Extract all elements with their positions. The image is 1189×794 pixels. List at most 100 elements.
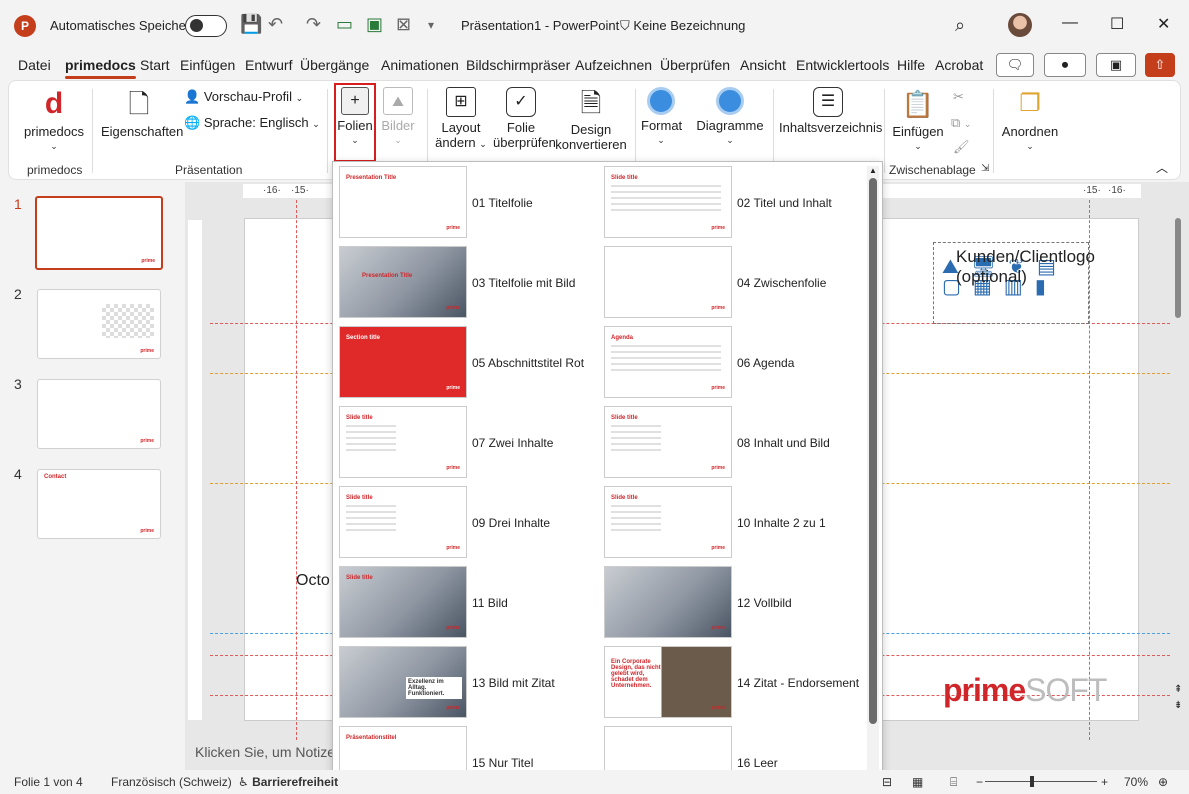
format-painter-icon[interactable]: 🖌 — [953, 139, 970, 154]
layout-option[interactable]: Agenda prime 06 Agenda — [598, 322, 863, 398]
reading-view-icon[interactable]: ⌸ — [950, 775, 957, 790]
tab-ansicht[interactable]: Ansicht — [740, 57, 786, 73]
eigenschaften-button[interactable]: 🗋 Eigenschaften — [101, 87, 183, 139]
layout-thumbnail: prime — [604, 566, 732, 638]
zoom-in-icon[interactable]: + — [1101, 775, 1108, 789]
bilder-button[interactable]: ⛰ Bilder ⌄ — [379, 87, 417, 148]
layout-option[interactable]: Ein Corporate Design, das nicht gelebt w… — [598, 642, 863, 718]
slide-thumbnail[interactable]: prime — [35, 196, 163, 270]
tab-bildschirmpraesentation[interactable]: Bildschirmpräser — [466, 57, 570, 73]
notes-placeholder[interactable]: Klicken Sie, um Notizen — [195, 744, 343, 760]
layout-option[interactable]: Slide title prime 08 Inhalt und Bild — [598, 402, 863, 478]
primedocs-button[interactable]: d primedocs ⌄ — [21, 87, 87, 154]
format-button[interactable]: Format ⌄ — [641, 87, 682, 148]
language-indicator[interactable]: Französisch (Schweiz) — [111, 775, 232, 789]
slide-thumbnail[interactable]: Contact prime — [37, 469, 161, 539]
copy-icon[interactable]: ⧉ ⌄ — [951, 115, 971, 132]
tab-uebergaenge[interactable]: Übergänge — [300, 57, 369, 73]
collapse-ribbon-icon[interactable]: ︿ — [1156, 161, 1168, 176]
layout-thumbnail: Slide title prime — [604, 166, 732, 238]
minimize-icon[interactable]: — — [1062, 14, 1078, 32]
zoom-level[interactable]: 70% — [1124, 775, 1148, 789]
close-window-icon[interactable]: ✕ — [1157, 14, 1170, 34]
vorschau-profil-button[interactable]: 👤 Vorschau-Profil ⌄ — [184, 89, 303, 106]
editor-scrollbar[interactable] — [1175, 218, 1181, 318]
diagramme-button[interactable]: Diagramme ⌄ — [695, 87, 765, 148]
search-icon[interactable]: ⌕ — [955, 15, 965, 36]
layout-aendern-button[interactable]: ⊞ Layout ändern ⌄ — [433, 87, 489, 152]
undo-icon[interactable]: ↶ — [268, 14, 283, 35]
sensitivity-label[interactable]: ⛉ Keine Bezeichnung — [620, 18, 745, 34]
tab-animationen[interactable]: Animationen — [381, 57, 459, 73]
autosave-toggle[interactable] — [185, 15, 227, 37]
layout-text-line — [611, 185, 721, 187]
tab-hilfe[interactable]: Hilfe — [897, 57, 925, 73]
slide-thumbnail[interactable]: prime — [37, 379, 161, 449]
tab-einfuegen[interactable]: Einfügen — [180, 57, 235, 73]
layout-thumbnail-title: Präsentationstitel — [346, 735, 397, 741]
accessibility-indicator[interactable]: ♿ Barrierefreiheit — [238, 775, 338, 789]
slide-thumbnail[interactable]: prime — [37, 289, 161, 359]
slide-sorter-icon[interactable]: ▦ — [912, 775, 923, 789]
customize-qat-icon[interactable]: ▾ — [428, 18, 434, 32]
slide-count: Folie 1 von 4 — [14, 775, 83, 789]
layout-thumbnail-title: Slide title — [346, 495, 373, 501]
folien-button[interactable]: + Folien ⌄ — [336, 87, 374, 148]
layout-option[interactable]: Slide title prime 11 Bild — [333, 562, 598, 638]
layout-thumbnail-title: Slide title — [611, 415, 638, 421]
tab-primedocs[interactable]: primedocs — [65, 57, 136, 79]
tab-entwicklertools[interactable]: Entwicklertools — [796, 57, 889, 73]
tab-entwurf[interactable]: Entwurf — [245, 57, 292, 73]
layout-option[interactable]: Slide title prime 09 Drei Inhalte — [333, 482, 598, 558]
layout-option[interactable]: Slide title prime 10 Inhalte 2 zu 1 — [598, 482, 863, 558]
maximize-icon[interactable]: ☐ — [1110, 14, 1124, 34]
einfuegen-button[interactable]: 📋 Einfügen ⌄ — [889, 87, 947, 154]
design-konvertieren-button[interactable]: 🗎 Design konvertieren — [555, 87, 627, 152]
layout-text-line — [611, 511, 661, 513]
slide-thumbnails-pane: 1 prime 2 prime 3 prime 4 Contact prime — [0, 182, 185, 770]
slideshow-icon[interactable]: ▣ — [366, 14, 383, 35]
tab-datei[interactable]: Datei — [18, 57, 51, 73]
scroll-up-icon[interactable]: ▲ — [869, 166, 877, 175]
layout-option[interactable]: Slide title prime 02 Titel und Inhalt — [598, 162, 863, 238]
layout-option[interactable]: Section title prime 05 Abschnittstitel Rot — [333, 322, 598, 398]
layout-option[interactable]: Presentation Title prime 03 Titelfolie mit… — [333, 242, 598, 318]
layout-option[interactable]: Exzellenz im Alltag. Funktioniert. prime 1… — [333, 642, 598, 718]
sprache-button[interactable]: 🌐 Sprache: Englisch ⌄ — [184, 115, 320, 132]
anordnen-button[interactable]: ❐ Anordnen ⌄ — [999, 87, 1061, 154]
zoom-out-icon[interactable]: − — [976, 775, 983, 789]
redo-icon[interactable]: ↷ — [306, 14, 321, 35]
layout-name: 03 Titelfolie mit Bild — [472, 276, 576, 290]
tab-start[interactable]: Start — [140, 57, 170, 73]
layout-name: 14 Zitat - Endorsement — [737, 676, 860, 690]
gallery-scrollbar-thumb[interactable] — [869, 178, 877, 724]
client-logo-placeholder[interactable]: ⛰🖥❦▤ ▢▦▥▮ Kunden/Clientlogo (optional) — [933, 242, 1095, 324]
record-button[interactable]: ⏺ — [1044, 53, 1086, 77]
next-slide-icon[interactable]: ⇟ — [1174, 700, 1182, 711]
present-icon[interactable]: ▭ — [336, 14, 353, 35]
zoom-slider-knob[interactable] — [1030, 776, 1034, 787]
inhaltsverzeichnis-button[interactable]: ☰ Inhaltsverzeichnis — [779, 87, 882, 135]
folie-ueberpruefen-button[interactable]: ✓ Folie überprüfen — [493, 87, 556, 150]
layout-option[interactable]: prime 04 Zwischenfolie — [598, 242, 863, 318]
layout-option[interactable]: Presentation Title prime 01 Titelfolie — [333, 162, 598, 238]
save-icon[interactable]: 💾 — [240, 14, 262, 35]
tab-aufzeichnen[interactable]: Aufzeichnen — [575, 57, 652, 73]
cut-icon[interactable]: ✂ — [953, 89, 964, 104]
share-button[interactable]: ⇧ — [1145, 53, 1175, 77]
close-doc-icon[interactable]: ⊠ — [396, 14, 411, 35]
prev-slide-icon[interactable]: ⇞ — [1174, 684, 1182, 695]
layout-option[interactable]: Slide title prime 07 Zwei Inhalte — [333, 402, 598, 478]
normal-view-icon[interactable]: ⊟ — [882, 775, 892, 789]
zoom-slider-track[interactable] — [985, 781, 1097, 782]
fit-slide-icon[interactable]: ⊕ — [1158, 775, 1168, 789]
layout-text-line — [611, 191, 721, 193]
date-text[interactable]: Octo — [296, 572, 330, 590]
dialog-launcher-icon[interactable]: ⇲ — [981, 163, 989, 174]
layout-option[interactable]: prime 12 Vollbild — [598, 562, 863, 638]
comments-button[interactable]: 🗨 — [996, 53, 1034, 77]
teams-button[interactable]: ▣ — [1096, 53, 1136, 77]
avatar[interactable] — [1008, 13, 1032, 37]
tab-acrobat[interactable]: Acrobat — [935, 57, 983, 73]
tab-ueberpruefen[interactable]: Überprüfen — [660, 57, 730, 73]
